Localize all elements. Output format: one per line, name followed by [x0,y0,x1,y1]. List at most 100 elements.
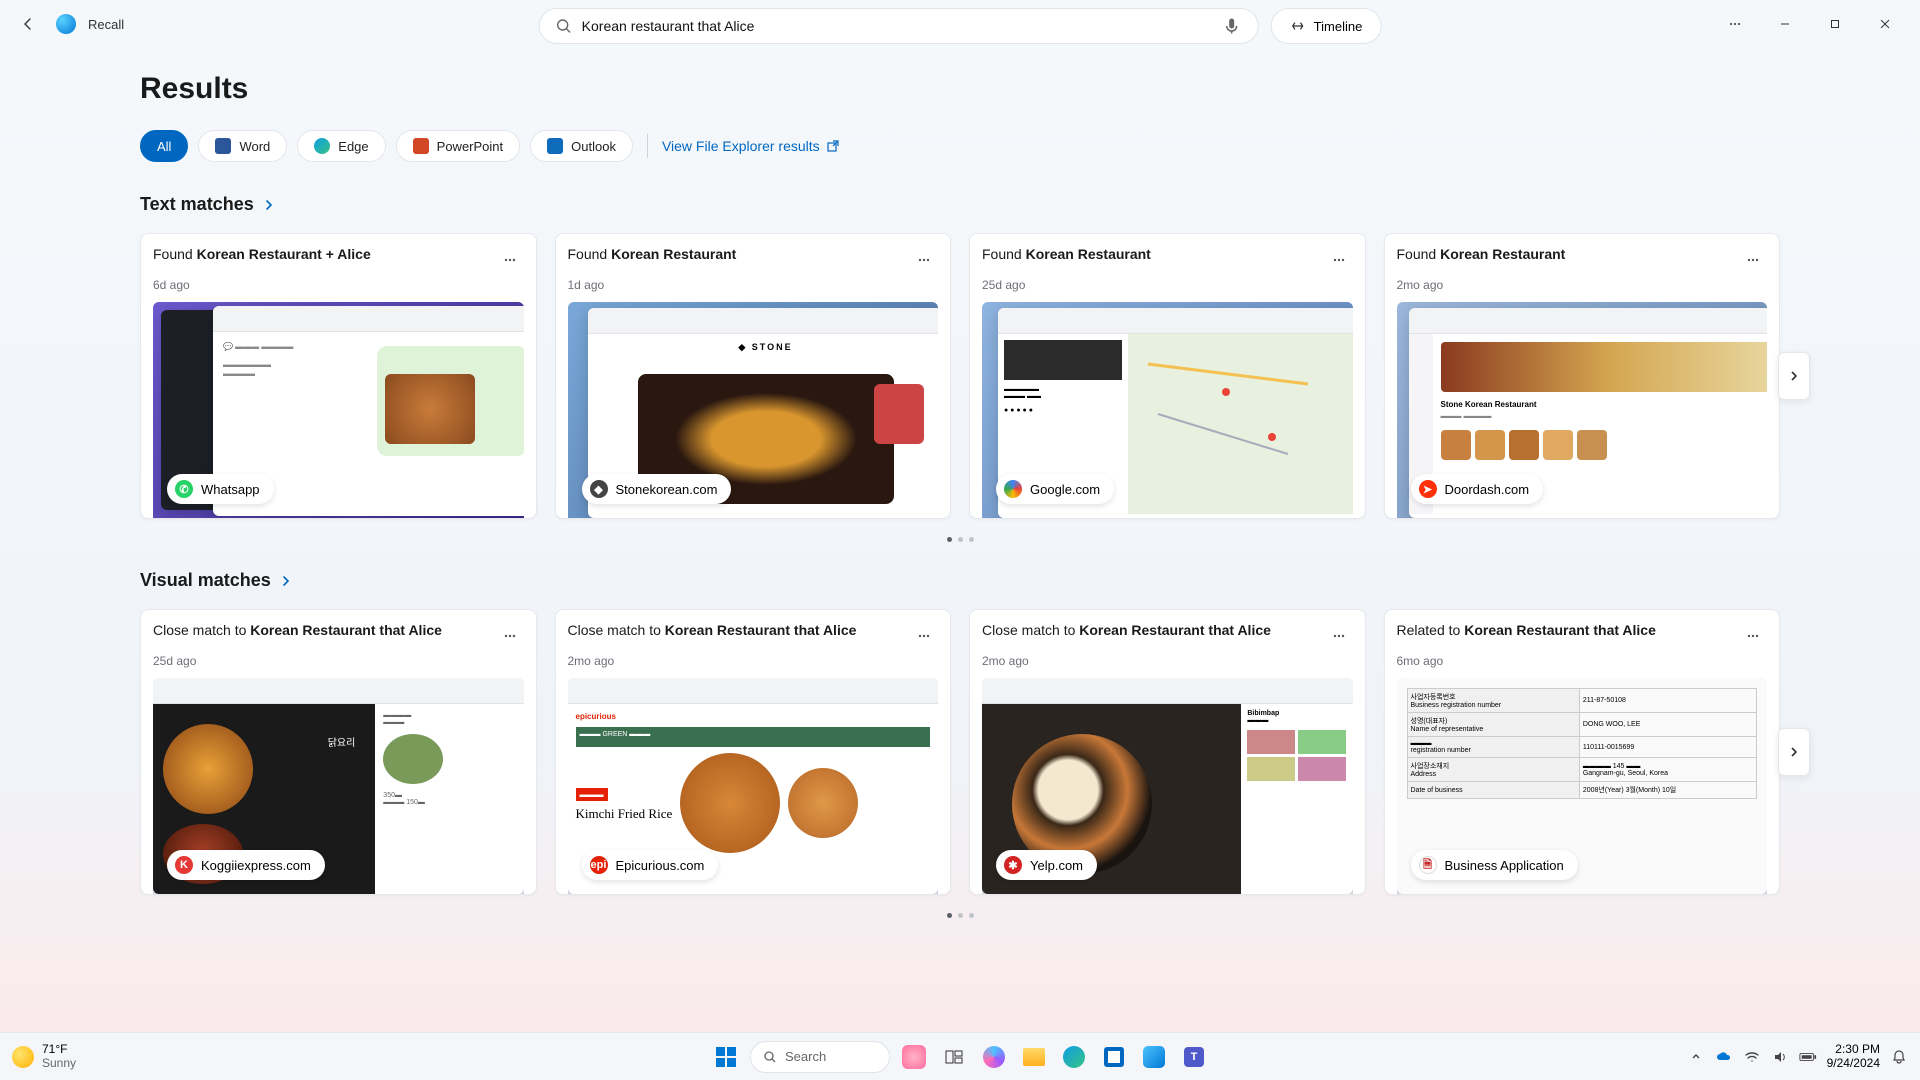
card-timestamp: 6mo ago [1397,654,1768,668]
result-card[interactable]: Close match to Korean Restaurant that Al… [969,609,1366,895]
card-timestamp: 25d ago [153,654,524,668]
source-pill: ✆Whatsapp [167,474,274,504]
card-more-button[interactable] [1325,246,1353,274]
card-more-button[interactable] [910,246,938,274]
source-pill: KKoggiiexpress.com [167,850,325,880]
result-card[interactable]: Close match to Korean Restaurant that Al… [555,609,952,895]
result-card[interactable]: Related to Korean Restaurant that Alice … [1384,609,1781,895]
card-thumbnail: 사업자등록번호Business registration number211-8… [1397,678,1768,894]
tray-wifi-icon[interactable] [1743,1048,1761,1066]
taskbar-app[interactable] [898,1041,930,1073]
taskbar-search[interactable]: Search [750,1041,890,1073]
document-icon: 🗎 [1419,856,1437,874]
timeline-label: Timeline [1314,19,1363,34]
edge-icon [1063,1046,1085,1068]
card-thumbnail: ◆ STONE ◆Stonekorean.com [568,302,939,518]
card-thumbnail: 💬 ▬▬▬ ▬▬▬▬▬▬▬▬▬▬▬▬▬▬ ✆Whatsapp [153,302,524,518]
timeline-button[interactable]: Timeline [1271,8,1382,44]
text-matches-header[interactable]: Text matches [140,194,1780,215]
copilot-icon [983,1046,1005,1068]
card-thumbnail: 닭요리▬▬▬▬▬▬▬350▬▬▬▬ 150▬ KKoggiiexpress.co… [153,678,524,894]
filter-powerpoint[interactable]: PowerPoint [396,130,520,162]
maximize-button[interactable] [1812,8,1858,40]
site-icon: ◆ [590,480,608,498]
pagination-dots [140,913,1780,918]
card-timestamp: 25d ago [982,278,1353,292]
filter-all[interactable]: All [140,130,188,162]
microphone-icon[interactable] [1222,16,1242,36]
taskbar-app-taskview[interactable] [938,1041,970,1073]
source-pill: Google.com [996,474,1114,504]
result-card[interactable]: Found Korean Restaurant 25d ago ▬▬▬▬▬▬▬▬… [969,233,1366,519]
teams-icon: T [1184,1047,1204,1067]
search-input[interactable] [582,18,1212,34]
epicurious-icon: epi [590,856,608,874]
taskbar-app[interactable] [1138,1041,1170,1073]
whatsapp-icon: ✆ [175,480,193,498]
app-title: Recall [88,17,124,32]
source-pill: 🗎Business Application [1411,850,1578,880]
card-more-button[interactable] [910,622,938,650]
card-title: Close match to Korean Restaurant that Al… [153,622,442,638]
pagination-dots [140,537,1780,542]
tray-chevron-icon[interactable] [1687,1048,1705,1066]
source-pill: ◆Stonekorean.com [582,474,732,504]
card-more-button[interactable] [1739,622,1767,650]
card-more-button[interactable] [1739,246,1767,274]
result-card[interactable]: Found Korean Restaurant 2mo ago Stone Ko… [1384,233,1781,519]
card-timestamp: 6d ago [153,278,524,292]
card-title: Found Korean Restaurant [568,246,737,262]
card-timestamp: 1d ago [568,278,939,292]
filter-edge[interactable]: Edge [297,130,385,162]
taskbar-app-teams[interactable]: T [1178,1041,1210,1073]
card-thumbnail: ▬▬▬▬▬▬▬▬ ▬▬● ● ● ● ● Google.com [982,302,1353,518]
card-more-button[interactable] [496,622,524,650]
visual-matches-row: Close match to Korean Restaurant that Al… [140,609,1780,895]
start-button[interactable] [710,1041,742,1073]
filter-outlook[interactable]: Outlook [530,130,633,162]
card-timestamp: 2mo ago [1397,278,1768,292]
source-pill: ✱Yelp.com [996,850,1097,880]
taskbar-clock[interactable]: 2:30 PM9/24/2024 [1827,1043,1880,1071]
result-card[interactable]: Close match to Korean Restaurant that Al… [140,609,537,895]
titlebar: Recall Timeline [0,0,1920,48]
edge-icon [314,138,330,154]
filter-word[interactable]: Word [198,130,287,162]
notifications-icon[interactable] [1890,1048,1908,1066]
page-title: Results [140,72,1780,106]
card-title: Found Korean Restaurant [1397,246,1566,262]
card-title: Related to Korean Restaurant that Alice [1397,622,1656,638]
scroll-next-button[interactable] [1778,728,1810,776]
taskbar-app-store[interactable] [1098,1041,1130,1073]
task-view-icon [944,1047,964,1067]
taskbar-app-edge[interactable] [1058,1041,1090,1073]
result-card[interactable]: Found Korean Restaurant 1d ago ◆ STONE ◆… [555,233,952,519]
app-icon [902,1045,926,1069]
text-matches-row: Found Korean Restaurant + Alice 6d ago 💬… [140,233,1780,519]
minimize-button[interactable] [1762,8,1808,40]
visual-matches-header[interactable]: Visual matches [140,570,1780,591]
search-box[interactable] [539,8,1259,44]
chevron-right-icon [262,198,276,212]
filter-row: All Word Edge PowerPoint Outlook View Fi… [140,130,1780,162]
card-more-button[interactable] [1325,622,1353,650]
doordash-icon: ➤ [1419,480,1437,498]
taskbar-app-explorer[interactable] [1018,1041,1050,1073]
card-thumbnail: Bibimbap▬▬▬ ✱Yelp.com [982,678,1353,894]
weather-widget[interactable]: 71°FSunny [12,1043,76,1071]
card-more-button[interactable] [496,246,524,274]
search-icon [763,1050,777,1064]
taskbar-app-copilot[interactable] [978,1041,1010,1073]
card-timestamp: 2mo ago [982,654,1353,668]
tray-battery-icon[interactable] [1799,1048,1817,1066]
card-title: Close match to Korean Restaurant that Al… [568,622,857,638]
scroll-next-button[interactable] [1778,352,1810,400]
tray-onedrive-icon[interactable] [1715,1048,1733,1066]
google-icon [1004,480,1022,498]
result-card[interactable]: Found Korean Restaurant + Alice 6d ago 💬… [140,233,537,519]
close-button[interactable] [1862,8,1908,40]
file-explorer-link[interactable]: View File Explorer results [662,138,840,154]
tray-volume-icon[interactable] [1771,1048,1789,1066]
more-button[interactable] [1712,8,1758,40]
back-button[interactable] [12,8,44,40]
